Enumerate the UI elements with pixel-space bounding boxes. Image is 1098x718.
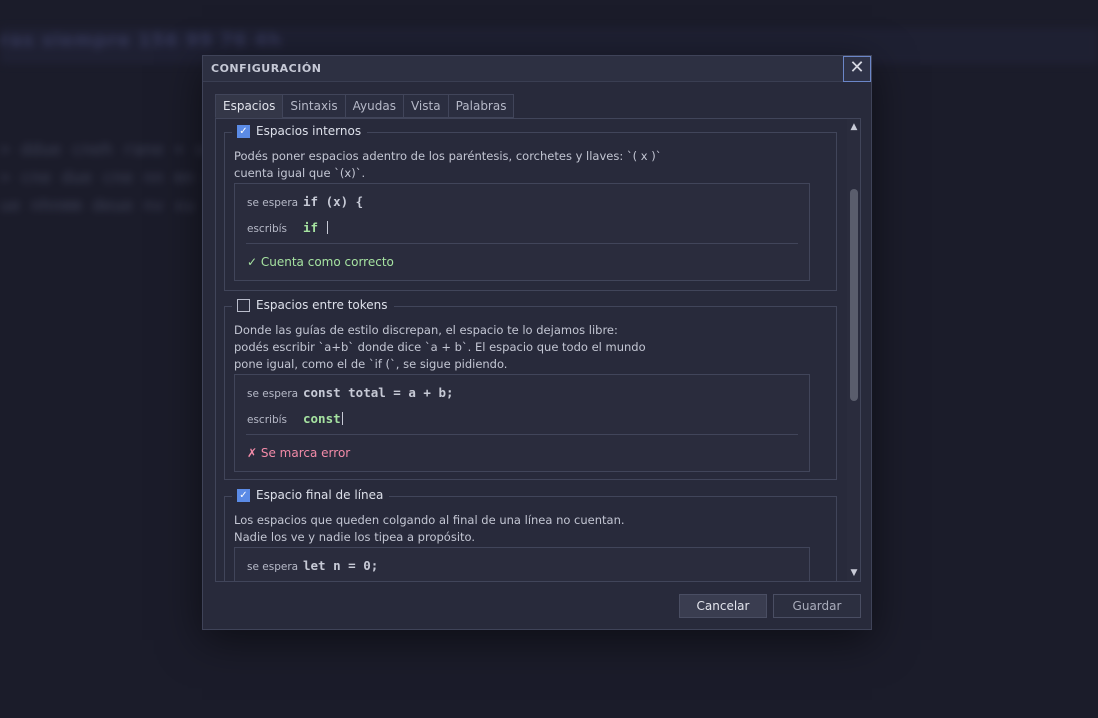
group-legend: ✓ Espacios internos xyxy=(232,124,368,138)
typed-row: escribís const xyxy=(247,411,343,426)
group-description: Los espacios que queden colgando al fina… xyxy=(234,512,824,546)
expected-label: se espera xyxy=(247,561,299,573)
checkbox-label: Espacios internos xyxy=(256,124,362,138)
group-espacios-entre-tokens: Espacios entre tokens Donde las guías de… xyxy=(224,298,837,480)
group-description: Donde las guías de estilo discrepan, el … xyxy=(234,322,824,373)
typed-code: const xyxy=(303,411,343,426)
expected-row: se espera if (x) { xyxy=(247,194,363,209)
scrollbar-thumb[interactable] xyxy=(850,189,858,401)
expected-label: se espera xyxy=(247,388,299,400)
example-box: se espera let n = 0; xyxy=(234,547,810,581)
close-icon[interactable]: ✕ xyxy=(843,56,871,82)
checkbox-espacio-final-de-linea[interactable]: ✓ xyxy=(237,488,250,502)
vertical-scrollbar[interactable]: ▲ ▼ xyxy=(847,119,860,581)
group-espacios-internos: ✓ Espacios internos Podés poner espacios… xyxy=(224,124,837,291)
description-line: Los espacios que queden colgando al fina… xyxy=(234,513,625,527)
verdict-correct: ✓ Cuenta como correcto xyxy=(247,255,394,269)
checkbox-espacios-internos[interactable]: ✓ xyxy=(237,124,250,138)
typed-label: escribís xyxy=(247,414,287,426)
typed-code: if xyxy=(303,220,328,235)
dialog-titlebar: CONFIGURACIÓN xyxy=(203,56,871,82)
expected-code: const total = a + b; xyxy=(303,385,454,400)
save-button[interactable]: Guardar xyxy=(773,594,861,618)
description-line: podés escribir `a+b` donde dice `a + b`.… xyxy=(234,340,646,354)
example-divider xyxy=(246,434,798,435)
expected-code: let n = 0; xyxy=(303,558,379,573)
tab-vista[interactable]: Vista xyxy=(402,94,448,118)
expected-code: if (x) { xyxy=(303,194,364,209)
checkbox-espacios-entre-tokens[interactable] xyxy=(237,298,250,312)
example-box: se espera const total = a + b; escribís … xyxy=(234,374,810,472)
group-espacio-final-de-linea: ✓ Espacio final de línea Los espacios qu… xyxy=(224,488,837,581)
cancel-button[interactable]: Cancelar xyxy=(679,594,767,618)
tab-espacios[interactable]: Espacios xyxy=(215,94,283,118)
typed-label: escribís xyxy=(247,223,287,235)
settings-dialog: CONFIGURACIÓN ✕ Espacios Sintaxis Ayudas… xyxy=(202,55,872,630)
scroll-up-arrow-icon[interactable]: ▲ xyxy=(847,120,860,134)
tab-panel-espacios: ✓ Espacios internos Podés poner espacios… xyxy=(215,118,861,582)
description-line: Donde las guías de estilo discrepan, el … xyxy=(234,323,618,337)
description-line: Nadie los ve y nadie los tipea a propósi… xyxy=(234,530,476,544)
description-line: Podés poner espacios adentro de los paré… xyxy=(234,149,662,163)
tab-ayudas[interactable]: Ayudas xyxy=(344,94,403,118)
background-line: ue nhnmm deue nv xu xyxy=(0,196,195,216)
text-caret xyxy=(341,412,343,425)
tab-bar: Espacios Sintaxis Ayudas Vista Palabras xyxy=(215,94,515,118)
verdict-error: ✗ Se marca error xyxy=(247,446,351,460)
checkbox-label: Espacios entre tokens xyxy=(256,298,388,312)
expected-row: se espera const total = a + b; xyxy=(247,385,454,400)
tab-sintaxis[interactable]: Sintaxis xyxy=(282,94,345,118)
group-legend: ✓ Espacio final de línea xyxy=(232,488,390,502)
example-box: se espera if (x) { escribís if ✓ Cuenta … xyxy=(234,183,810,281)
group-legend: Espacios entre tokens xyxy=(232,298,394,312)
tab-palabras[interactable]: Palabras xyxy=(447,94,515,118)
example-divider xyxy=(246,243,798,244)
scroll-down-arrow-icon[interactable]: ▼ xyxy=(847,566,860,580)
dialog-title: CONFIGURACIÓN xyxy=(211,62,322,75)
checkbox-label: Espacio final de línea xyxy=(256,488,384,502)
description-line: cuenta igual que `(x)`. xyxy=(234,166,366,180)
text-caret xyxy=(326,221,328,234)
description-line: pone igual, como el de `if (`, se sigue … xyxy=(234,357,508,371)
expected-label: se espera xyxy=(247,197,299,209)
expected-row: se espera let n = 0; xyxy=(247,558,378,573)
group-description: Podés poner espacios adentro de los paré… xyxy=(234,148,824,182)
background-title: ras siempre 156 99 76 4h xyxy=(0,30,282,51)
typed-row: escribís if xyxy=(247,220,328,235)
